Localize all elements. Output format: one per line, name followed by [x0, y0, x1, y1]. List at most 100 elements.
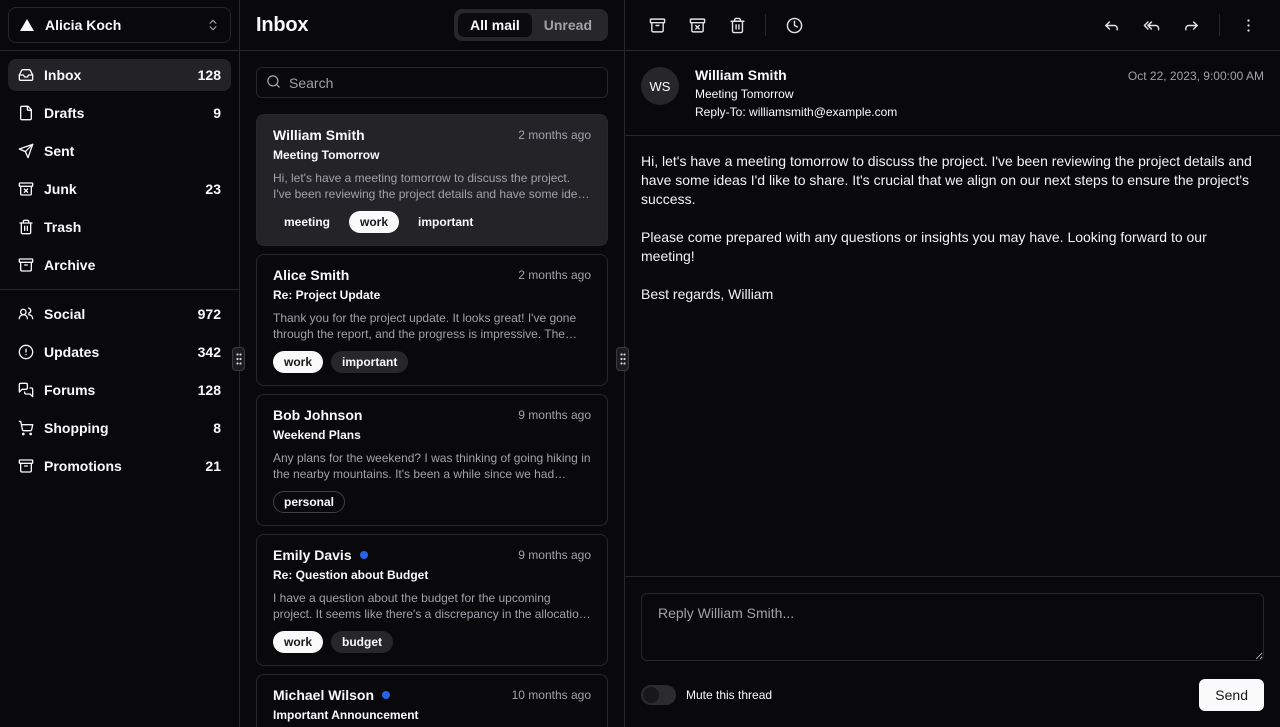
toolbar-divider [1219, 14, 1220, 36]
sidebar-item-count: 972 [198, 306, 221, 322]
sidebar-item-label: Inbox [44, 67, 81, 83]
unread-indicator-dot [360, 551, 368, 559]
move-to-junk-button[interactable] [681, 9, 713, 41]
search-icon [266, 74, 281, 89]
sidebar-item-count: 128 [198, 67, 221, 83]
email-subject: Meeting Tomorrow [273, 148, 591, 162]
sidebar-item-count: 8 [213, 420, 221, 436]
trash-icon [729, 17, 746, 34]
avatar: WS [641, 67, 679, 105]
sidebar-item-updates[interactable]: Updates 342 [8, 336, 231, 368]
send-icon [18, 143, 34, 159]
email-sender: William Smith [273, 127, 365, 143]
mute-thread-toggle[interactable] [641, 685, 676, 705]
email-list: William Smith 2 months ago Meeting Tomor… [240, 98, 624, 727]
email-subject: Re: Project Update [273, 288, 591, 302]
mail-body-text: Hi, let's have a meeting tomorrow to dis… [625, 136, 1280, 576]
email-tag[interactable]: meeting [273, 211, 341, 233]
sidebar-item-inbox[interactable]: Inbox 128 [8, 59, 231, 91]
account-switcher[interactable]: Alicia Koch [8, 7, 231, 43]
email-tags: personal [273, 491, 591, 513]
mail-date: Oct 22, 2023, 9:00:00 AM [1128, 67, 1264, 119]
tab-unread[interactable]: Unread [532, 13, 604, 37]
file-icon [18, 105, 34, 121]
sidebar-item-promotions[interactable]: Promotions 21 [8, 450, 231, 482]
grip-dots-icon [235, 352, 243, 366]
reply-footer: Mute this thread Send [641, 679, 1264, 711]
email-subject: Important Announcement [273, 708, 591, 722]
sidebar-item-count: 342 [198, 344, 221, 360]
sidebar-resize-handle[interactable] [232, 347, 245, 371]
mail-toolbar [625, 0, 1280, 51]
sidebar-categories: Social 972 Updates 342 Forums 128 [0, 289, 239, 490]
reply-textarea[interactable] [641, 593, 1264, 661]
tab-all-mail[interactable]: All mail [458, 13, 532, 37]
archive-x-icon [689, 17, 706, 34]
mail-detail-header: WS William Smith Meeting Tomorrow Reply-… [625, 51, 1280, 136]
sidebar-item-label: Shopping [44, 420, 109, 436]
search-bar [240, 51, 624, 98]
sidebar-item-trash[interactable]: Trash [8, 211, 231, 243]
email-tag[interactable]: work [273, 631, 323, 653]
email-list-item[interactable]: Bob Johnson 9 months ago Weekend Plans A… [256, 394, 608, 526]
sidebar-item-count: 21 [205, 458, 221, 474]
search-input[interactable] [256, 67, 608, 98]
more-options-button[interactable] [1232, 9, 1264, 41]
sidebar-item-sent[interactable]: Sent [8, 135, 231, 167]
email-tag[interactable]: work [273, 351, 323, 373]
email-sender: Emily Davis [273, 547, 352, 563]
sidebar: Alicia Koch Inbox 128 Drafts 9 [0, 0, 240, 727]
move-to-trash-button[interactable] [721, 9, 753, 41]
email-tags: work important [273, 351, 591, 373]
email-list-item[interactable]: Emily Davis 9 months ago Re: Question ab… [256, 534, 608, 666]
email-time: 9 months ago [518, 548, 591, 562]
unread-indicator-dot [382, 691, 390, 699]
sidebar-item-shopping[interactable]: Shopping 8 [8, 412, 231, 444]
sidebar-item-archive[interactable]: Archive [8, 249, 231, 281]
email-tag[interactable]: important [407, 211, 484, 233]
inbox-list-pane: Inbox All mail Unread William Smith 2 mo… [240, 0, 625, 727]
sidebar-header: Alicia Koch [0, 0, 239, 51]
grip-dots-icon [619, 352, 627, 366]
reply-section: Mute this thread Send [625, 576, 1280, 727]
email-list-item[interactable]: Alice Smith 2 months ago Re: Project Upd… [256, 254, 608, 386]
inbox-icon [18, 67, 34, 83]
sidebar-item-label: Drafts [44, 105, 84, 121]
email-time: 2 months ago [518, 128, 591, 142]
sidebar-folders: Inbox 128 Drafts 9 Sent [0, 51, 239, 289]
sidebar-item-label: Junk [44, 181, 77, 197]
forward-icon [1183, 17, 1200, 34]
reply-icon [1103, 17, 1120, 34]
snooze-button[interactable] [778, 9, 810, 41]
email-tags: meeting work important [273, 211, 591, 233]
forward-button[interactable] [1175, 9, 1207, 41]
list-resize-handle[interactable] [616, 347, 629, 371]
list-header: Inbox All mail Unread [240, 0, 624, 51]
sidebar-item-junk[interactable]: Junk 23 [8, 173, 231, 205]
archive-button[interactable] [641, 9, 673, 41]
reply-button[interactable] [1095, 9, 1127, 41]
email-list-item[interactable]: William Smith 2 months ago Meeting Tomor… [256, 114, 608, 246]
reply-all-button[interactable] [1135, 9, 1167, 41]
mail-reply-to: Reply-To: williamsmith@example.com [695, 105, 897, 119]
email-sender: Bob Johnson [273, 407, 362, 423]
sidebar-item-social[interactable]: Social 972 [8, 298, 231, 330]
email-tag[interactable]: personal [273, 491, 345, 513]
email-tag[interactable]: important [331, 351, 408, 373]
send-button[interactable]: Send [1199, 679, 1264, 711]
messages-square-icon [18, 382, 34, 398]
email-time: 2 months ago [518, 268, 591, 282]
archive-icon [18, 257, 34, 273]
sidebar-item-drafts[interactable]: Drafts 9 [8, 97, 231, 129]
mail-header-info: William Smith Meeting Tomorrow Reply-To:… [695, 67, 897, 119]
sidebar-item-label: Forums [44, 382, 95, 398]
email-list-item[interactable]: Michael Wilson 10 months ago Important A… [256, 674, 608, 727]
sidebar-item-count: 128 [198, 382, 221, 398]
mail-app: Alicia Koch Inbox 128 Drafts 9 [0, 0, 1280, 727]
sidebar-item-forums[interactable]: Forums 128 [8, 374, 231, 406]
reply-all-icon [1143, 17, 1160, 34]
trash-icon [18, 219, 34, 235]
email-tag[interactable]: budget [331, 631, 393, 653]
email-tag[interactable]: work [349, 211, 399, 233]
sidebar-item-label: Trash [44, 219, 81, 235]
